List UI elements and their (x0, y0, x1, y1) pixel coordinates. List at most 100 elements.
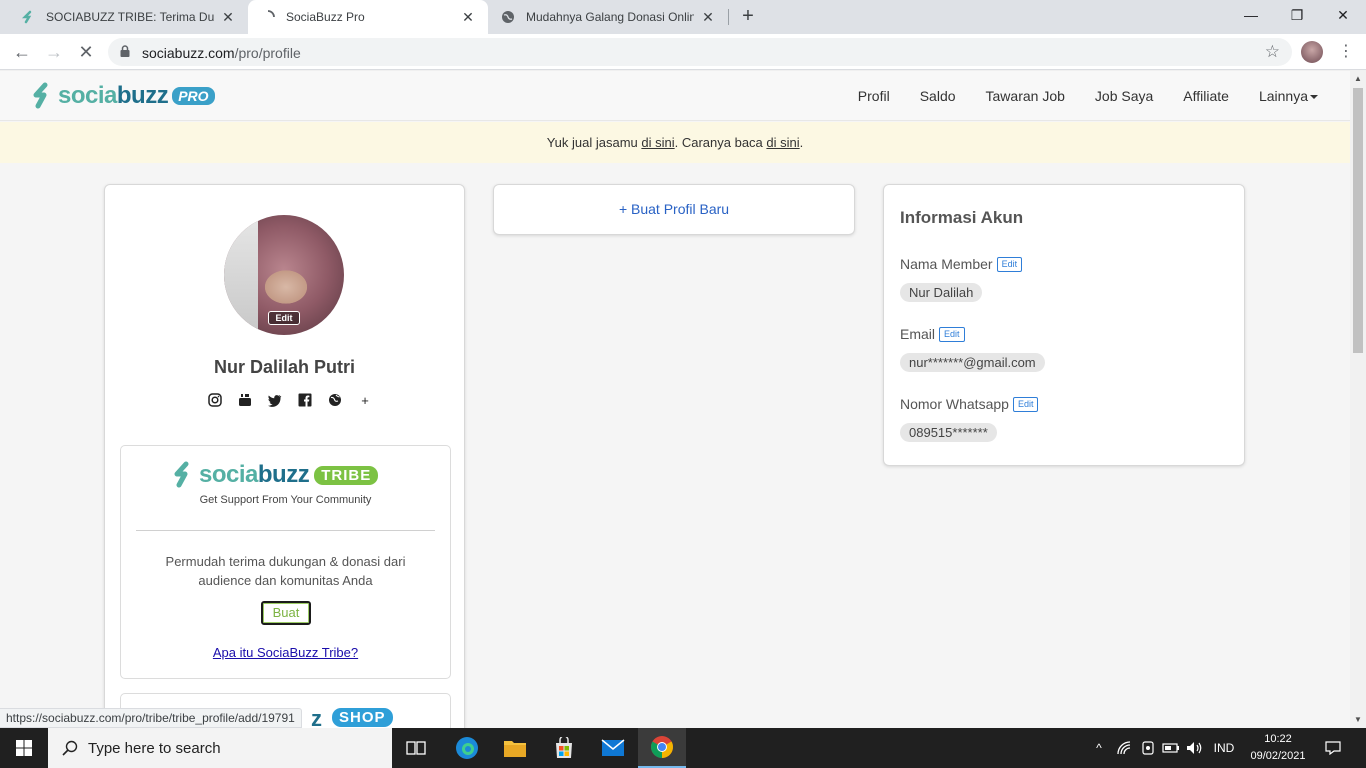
tab-galang-donasi[interactable]: Mudahnya Galang Donasi Online ✕ (488, 0, 728, 34)
status-bar-url: https://sociabuzz.com/pro/tribe/tribe_pr… (0, 708, 302, 728)
email-value: nur*******@gmail.com (900, 353, 1045, 372)
banner-link-jual[interactable]: di sini (641, 135, 674, 150)
microsoft-store-icon[interactable] (540, 728, 588, 768)
nav-lainnya-label: Lainnya (1258, 88, 1308, 104)
member-name-value: Nur Dalilah (900, 283, 983, 302)
close-window-button[interactable]: ✕ (1320, 0, 1366, 30)
nav-tawaran-job[interactable]: Tawaran Job (986, 88, 1065, 104)
tab-title: Mudahnya Galang Donasi Online (526, 10, 694, 24)
nav-affiliate[interactable]: Affiliate (1183, 88, 1229, 104)
battery-icon[interactable] (1160, 728, 1182, 768)
back-button[interactable]: ← (8, 38, 36, 66)
sociabuzz-logo-icon (33, 82, 48, 109)
field-label: Nomor Whatsapp (900, 396, 1009, 412)
wifi-icon[interactable] (1114, 728, 1136, 768)
nav-saldo[interactable]: Saldo (920, 88, 956, 104)
file-explorer-icon[interactable] (491, 728, 539, 768)
system-clock[interactable]: 10:22 09/02/2021 (1244, 731, 1312, 765)
edge-browser-icon[interactable] (443, 728, 491, 768)
lock-icon[interactable] (118, 44, 134, 60)
field-label: Nama Member (900, 256, 993, 272)
browser-tab-strip: SOCIABUZZ TRIBE: Terima Dukungan ✕ Socia… (0, 0, 1366, 34)
tab-close-icon[interactable]: ✕ (460, 9, 476, 25)
facebook-icon[interactable] (295, 391, 315, 409)
forward-button[interactable]: → (40, 38, 68, 66)
logo-word-socia: socia (199, 461, 258, 488)
sociabuzz-tribe-logo: socia buzz TRIBE (171, 461, 379, 489)
tab-title: SociaBuzz Pro (286, 10, 365, 24)
search-placeholder: Type here to search (88, 739, 221, 757)
twitter-icon[interactable] (265, 391, 285, 409)
nav-profil[interactable]: Profil (858, 88, 890, 104)
scrollbar-thumb[interactable] (1353, 88, 1363, 353)
stop-loading-button[interactable]: ✕ (72, 38, 100, 66)
tab-sociabuzz-tribe[interactable]: SOCIABUZZ TRIBE: Terima Dukungan ✕ (8, 0, 248, 34)
profile-photo[interactable]: Edit (224, 215, 344, 335)
nav-job-saya[interactable]: Job Saya (1095, 88, 1153, 104)
photo-edit-button[interactable]: Edit (268, 311, 300, 325)
shop-badge: SHOP (332, 708, 393, 727)
address-bar[interactable]: sociabuzz.com/pro/profile ☆ (108, 38, 1292, 66)
whatsapp-label: Nomor Whatsapp Edit (900, 396, 1039, 412)
member-name-label: Nama Member Edit (900, 256, 1023, 272)
edit-whatsapp-button[interactable]: Edit (1012, 396, 1039, 412)
logo-pro-badge: PRO (172, 87, 215, 105)
windows-logo-icon (16, 740, 32, 756)
nav-lainnya[interactable]: Lainnya (1259, 88, 1318, 104)
profile-name: Nur Dalilah Putri (213, 357, 356, 377)
tab-title: SOCIABUZZ TRIBE: Terima Dukungan (46, 10, 214, 24)
windows-start-button[interactable] (0, 728, 48, 768)
input-language-indicator[interactable]: IND (1208, 728, 1240, 768)
globe-icon[interactable] (325, 391, 345, 409)
tray-overflow-icon[interactable]: ^ (1088, 728, 1110, 768)
social-links: + (205, 391, 385, 409)
tab-close-icon[interactable]: ✕ (220, 9, 236, 25)
logo-word-buzz: buzz (257, 461, 310, 488)
restore-button[interactable]: ❐ (1274, 0, 1320, 30)
email-label: Email Edit (900, 326, 965, 342)
volume-icon[interactable] (1184, 728, 1206, 768)
banner-link-caranya[interactable]: di sini (766, 135, 799, 150)
globe-favicon-icon (500, 9, 516, 25)
sociabuzz-logo-icon (174, 461, 189, 488)
mail-icon[interactable] (589, 728, 637, 768)
main-nav: Profil Saldo Tawaran Job Job Saya Affili… (828, 71, 1318, 121)
profile-avatar[interactable] (1301, 41, 1323, 63)
buat-tribe-button[interactable]: Buat (261, 601, 311, 625)
web-page: socia buzz PRO Profil Saldo Tawaran Job J… (0, 71, 1350, 728)
scroll-up-icon[interactable]: ▲ (1353, 74, 1363, 84)
chrome-icon[interactable] (638, 728, 686, 768)
edit-member-name-button[interactable]: Edit (996, 256, 1023, 272)
device-icon[interactable] (1138, 728, 1158, 768)
caret-down-icon (1310, 95, 1318, 100)
bookmark-star-icon[interactable]: ☆ (1265, 42, 1280, 62)
taskbar-search-box[interactable]: Type here to search (48, 728, 392, 768)
instagram-icon[interactable] (205, 391, 225, 409)
sociabuzz-pro-logo[interactable]: socia buzz PRO (30, 81, 215, 111)
youtube-icon[interactable] (235, 391, 255, 409)
profile-card: Edit Nur Dalilah Putri + socia buzz TRIB… (104, 184, 465, 728)
tab-sociabuzz-pro[interactable]: SociaBuzz Pro ✕ (248, 0, 488, 34)
whatsapp-value: 089515******* (900, 423, 997, 442)
tribe-badge: TRIBE (314, 465, 379, 485)
notification-center-icon[interactable] (1318, 728, 1348, 768)
site-header: socia buzz PRO Profil Saldo Tawaran Job J… (0, 71, 1350, 121)
info-banner: Yuk jual jasamu di sini. Caranya baca di… (0, 122, 1350, 163)
new-tab-button[interactable]: + (736, 5, 760, 29)
menu-kebab-icon[interactable]: ⋮ (1336, 40, 1356, 64)
what-is-tribe-link[interactable]: Apa itu SociaBuzz Tribe? (121, 645, 450, 660)
create-profile-button[interactable]: + Buat Profil Baru (493, 184, 855, 235)
page-scrollbar[interactable]: ▲ ▼ (1350, 71, 1366, 728)
browser-toolbar: ← → ✕ sociabuzz.com/pro/profile ☆ ⋮ (0, 34, 1366, 70)
shop-logo-fragment: z (311, 706, 322, 728)
edit-email-button[interactable]: Edit (939, 326, 965, 342)
windows-taskbar: Type here to search ^ IND 10:22 09/02/20… (0, 728, 1366, 768)
tribe-subtitle: Get Support From Your Community (199, 494, 372, 506)
minimize-button[interactable]: — (1228, 0, 1274, 30)
url-text: sociabuzz.com/pro/profile (142, 45, 301, 61)
task-view-icon[interactable] (392, 728, 440, 768)
plus-icon[interactable]: + (355, 391, 375, 409)
tab-close-icon[interactable]: ✕ (700, 9, 716, 25)
scroll-down-icon[interactable]: ▼ (1353, 715, 1363, 725)
tribe-description: Permudah terima dukungan & donasi dari a… (165, 554, 406, 588)
